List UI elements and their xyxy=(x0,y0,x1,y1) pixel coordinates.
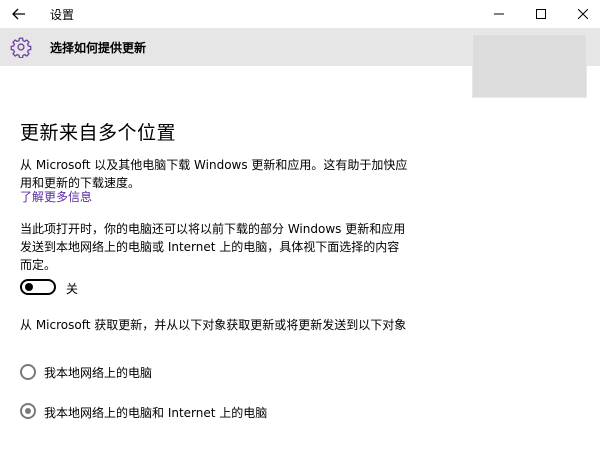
delivery-optimization-toggle[interactable] xyxy=(20,279,56,295)
radio-label-local-and-internet: 我本地网络上的电脑和 Internet 上的电脑 xyxy=(44,406,268,420)
gear-icon xyxy=(10,37,32,58)
options-description: 从 Microsoft 获取更新，并从以下对象获取更新或将更新发送到以下对象 xyxy=(20,318,407,332)
radio-label-local-network: 我本地网络上的电脑 xyxy=(44,366,153,380)
toggle-state-label: 关 xyxy=(66,282,79,296)
toggle-description: 当此项打开时，你的电脑还可以将以前下载的部分 Windows 更新和应用发送到本… xyxy=(20,222,406,272)
radio-selected-dot xyxy=(25,408,31,414)
window-title: 设置 xyxy=(50,8,75,22)
radio-local-and-internet[interactable] xyxy=(20,403,36,419)
toggle-knob xyxy=(25,283,33,291)
radio-local-network[interactable] xyxy=(20,364,36,380)
maximize-icon xyxy=(536,9,546,19)
page-title: 更新来自多个位置 xyxy=(20,122,177,144)
description-text: 从 Microsoft 以及其他电脑下载 Windows 更新和应用。这有助于加… xyxy=(20,158,408,190)
minimize-icon xyxy=(494,13,504,15)
page-subtitle: 选择如何提供更新 xyxy=(50,41,147,55)
minimize-button[interactable] xyxy=(482,0,516,28)
arrow-left-icon xyxy=(12,8,25,20)
learn-more-link[interactable]: 了解更多信息 xyxy=(20,188,92,205)
maximize-button[interactable] xyxy=(524,0,558,28)
close-icon xyxy=(578,9,588,19)
back-button[interactable] xyxy=(8,4,30,24)
preview-thumbnail xyxy=(472,34,587,98)
close-button[interactable] xyxy=(566,0,600,28)
title-bar: 设置 xyxy=(0,0,600,28)
